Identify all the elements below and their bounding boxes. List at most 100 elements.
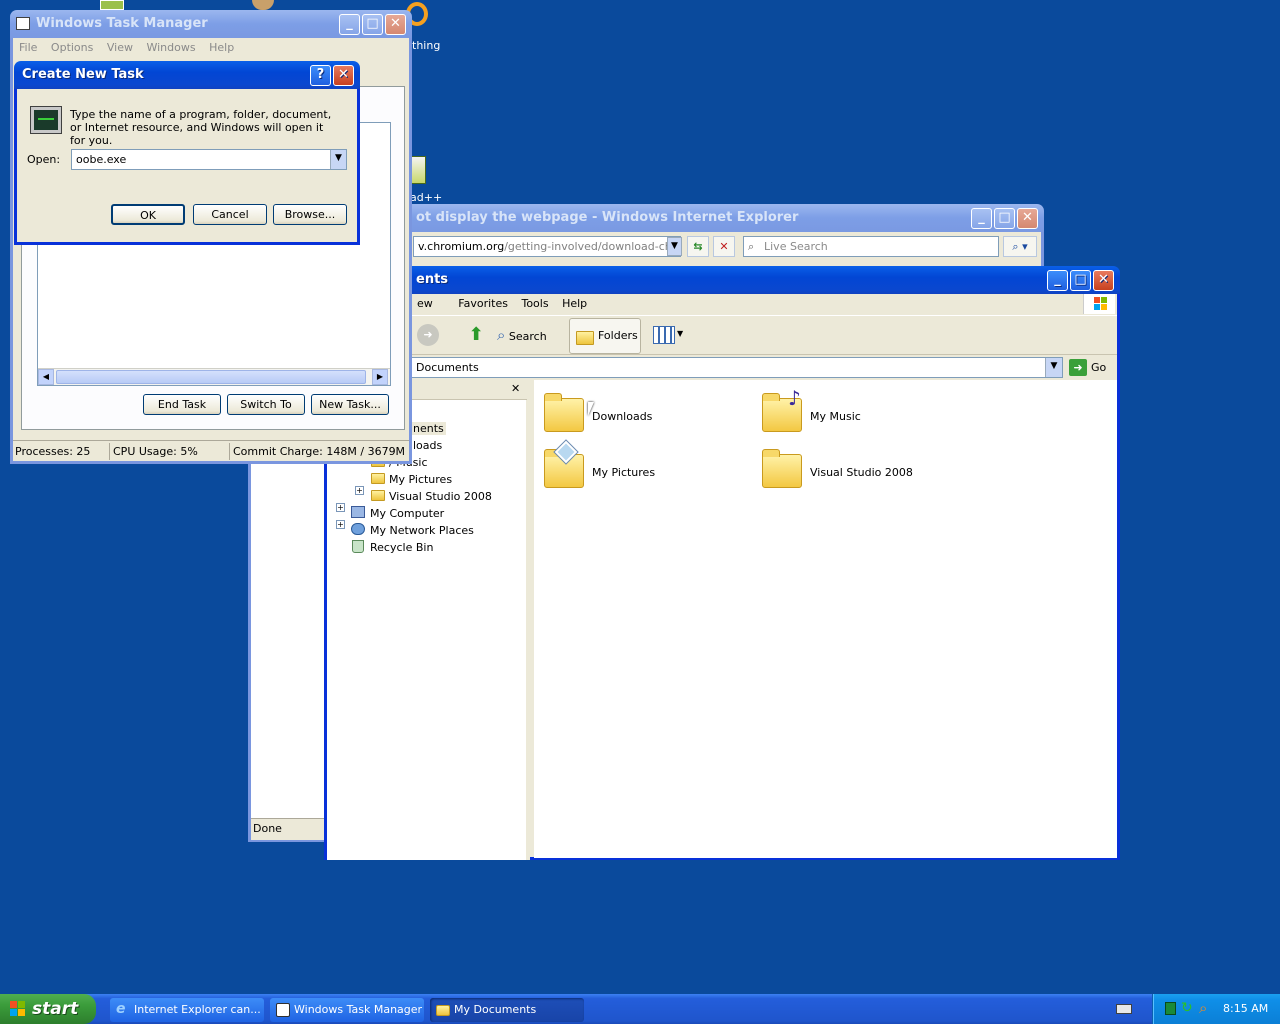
tray-search-icon[interactable]: ⌕: [1199, 999, 1207, 1017]
ok-button[interactable]: OK: [111, 204, 185, 225]
go-label: Go: [1091, 361, 1107, 374]
maximize-button[interactable]: □: [1070, 270, 1091, 291]
dropdown-arrow-icon[interactable]: ▼: [667, 237, 682, 256]
taskbar-button-task-manager[interactable]: Windows Task Manager: [270, 998, 424, 1022]
pictures-folder-icon: [371, 473, 385, 484]
notepad-icon[interactable]: [410, 156, 426, 184]
close-button[interactable]: ✕: [333, 65, 354, 86]
taskbar-button-my-documents[interactable]: My Documents: [430, 998, 584, 1022]
tree-item-visual-studio[interactable]: Visual Studio 2008: [389, 490, 492, 503]
create-new-task-dialog[interactable]: Create New Task ? ✕ Type the name of a p…: [14, 61, 360, 245]
explorer-menubar: ew Favorites Tools Help: [411, 294, 1071, 314]
start-button[interactable]: start: [0, 994, 96, 1024]
menu-favorites[interactable]: Favorites: [458, 297, 508, 310]
folder-item-visual-studio[interactable]: Visual Studio 2008: [762, 446, 962, 490]
keyboard-icon[interactable]: [1116, 1004, 1132, 1014]
menu-windows[interactable]: Windows: [146, 41, 195, 54]
maximize-button[interactable]: □: [362, 14, 383, 35]
tree-item-my-documents[interactable]: nents: [411, 422, 446, 435]
tree-item-my-computer[interactable]: My Computer: [370, 507, 444, 520]
desktop-icon-label-2[interactable]: ad++: [410, 191, 442, 204]
recycle-bin-icon: [352, 540, 364, 553]
menu-tools[interactable]: Tools: [521, 297, 548, 310]
expand-icon[interactable]: +: [336, 503, 345, 512]
tray-network-icon[interactable]: ↻: [1181, 1000, 1193, 1016]
search-button[interactable]: ⌕ Search: [497, 322, 567, 348]
explorer-address-bar[interactable]: Documents: [411, 357, 1063, 378]
views-icon[interactable]: ▼: [653, 326, 685, 344]
tree-item-downloads[interactable]: loads: [413, 439, 442, 452]
tree-item-network-places[interactable]: My Network Places: [370, 524, 474, 537]
menu-file[interactable]: File: [19, 41, 37, 54]
minimize-button[interactable]: _: [1047, 270, 1068, 291]
close-button[interactable]: ✕: [385, 14, 406, 35]
forward-icon[interactable]: ➜: [417, 324, 439, 346]
menu-help[interactable]: Help: [562, 297, 587, 310]
tray-app-icon[interactable]: [1165, 1002, 1176, 1015]
live-search-input[interactable]: ⌕ Live Search: [743, 236, 999, 257]
folder-icon: [436, 1005, 450, 1016]
dialog-title: Create New Task: [22, 67, 144, 82]
live-search-placeholder: Live Search: [764, 240, 828, 253]
search-go-button[interactable]: ⌕ ▾: [1003, 236, 1037, 257]
maximize-button[interactable]: □: [994, 208, 1015, 229]
desktop-icon-partial-1[interactable]: [100, 0, 124, 10]
ie-address-bar[interactable]: v.chromium.org/getting-involved/download…: [413, 236, 681, 257]
up-folder-icon[interactable]: ⬆: [465, 324, 487, 346]
address-value: Documents: [416, 361, 479, 374]
folders-button[interactable]: Folders: [569, 318, 641, 354]
open-input[interactable]: oobe.exe: [71, 149, 347, 170]
taskbar-button-internet-explorer[interactable]: e Internet Explorer can...: [110, 998, 264, 1022]
folder-label-visual-studio: Visual Studio 2008: [810, 466, 913, 479]
menu-view[interactable]: ew: [417, 297, 433, 310]
explorer-title: ents: [416, 272, 449, 287]
folder-item-my-music[interactable]: ♪ My Music: [762, 386, 962, 434]
cancel-button[interactable]: Cancel: [193, 204, 267, 225]
task-manager-menubar: File Options View Windows Help: [13, 38, 409, 58]
menu-help[interactable]: Help: [209, 41, 234, 54]
folder-label-downloads: Downloads: [592, 410, 653, 423]
tree-item-recycle-bin[interactable]: Recycle Bin: [370, 541, 433, 554]
end-task-button[interactable]: End Task: [143, 394, 221, 415]
folder-item-downloads[interactable]: Downloads: [544, 390, 744, 434]
desktop-icon-label-1[interactable]: thing: [412, 39, 440, 52]
desktop-icon-partial-2[interactable]: [252, 0, 274, 10]
scroll-thumb[interactable]: [56, 370, 366, 384]
tree-item-my-pictures[interactable]: My Pictures: [389, 473, 452, 486]
address-dropdown-icon[interactable]: ▼: [1045, 358, 1062, 377]
scroll-right-icon[interactable]: ▶: [372, 369, 388, 385]
dialog-titlebar[interactable]: Create New Task ? ✕: [14, 61, 360, 89]
folder-label-my-pictures: My Pictures: [592, 466, 656, 479]
dialog-description: Type the name of a program, folder, docu…: [70, 108, 332, 147]
open-dropdown-icon[interactable]: ▼: [330, 150, 346, 169]
scroll-left-icon[interactable]: ◀: [38, 369, 54, 385]
menu-options[interactable]: Options: [51, 41, 93, 54]
help-button[interactable]: ?: [310, 65, 331, 86]
switch-to-button[interactable]: Switch To: [227, 394, 305, 415]
stop-icon[interactable]: ✕: [713, 236, 735, 257]
folder-icon: [576, 331, 594, 345]
minimize-button[interactable]: _: [339, 14, 360, 35]
ie-status-text: Done: [253, 822, 282, 835]
address-path: /getting-involved/download-chromiu: [504, 240, 680, 253]
close-button[interactable]: ✕: [1017, 208, 1038, 229]
menu-view[interactable]: View: [107, 41, 133, 54]
new-task-button[interactable]: New Task...: [311, 394, 389, 415]
search-icon: ⌕: [748, 240, 755, 253]
mouse-cursor-icon: [588, 402, 594, 416]
minimize-button[interactable]: _: [971, 208, 992, 229]
expand-icon[interactable]: +: [336, 520, 345, 529]
close-pane-icon[interactable]: ✕: [511, 382, 520, 395]
task-manager-titlebar[interactable]: Windows Task Manager _ □ ✕: [10, 10, 412, 38]
refresh-icon[interactable]: ⇆: [687, 236, 709, 257]
explorer-titlebar[interactable]: ents _ □ ✕: [324, 266, 1120, 294]
windows-logo-icon: [10, 1001, 26, 1017]
music-note-icon: ♪: [788, 386, 801, 410]
horizontal-scrollbar[interactable]: ◀ ▶: [38, 368, 390, 385]
expand-icon[interactable]: +: [355, 486, 364, 495]
explorer-window[interactable]: ents _ □ ✕ ew Favorites Tools Help ➜ ⬆ ⌕…: [324, 266, 1120, 860]
folder-item-my-pictures[interactable]: My Pictures: [544, 439, 744, 490]
browse-button[interactable]: Browse...: [273, 204, 347, 225]
close-button[interactable]: ✕: [1093, 270, 1114, 291]
go-button[interactable]: ➜ Go: [1067, 357, 1113, 378]
